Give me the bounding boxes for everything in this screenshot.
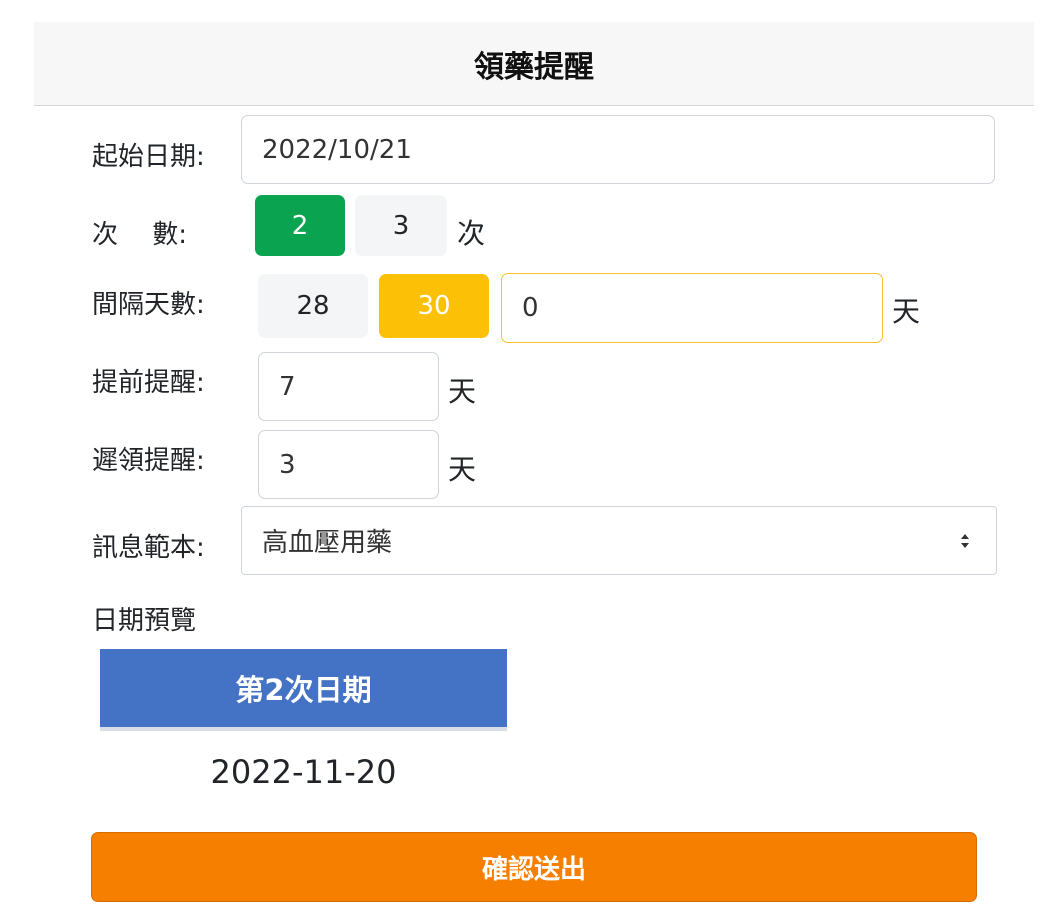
- preview-table-header: 第2次日期: [100, 649, 507, 731]
- page-title: 領藥提醒: [34, 22, 1034, 106]
- start-date-label: 起始日期:: [92, 142, 205, 172]
- advance-reminder-value: 7: [279, 371, 296, 402]
- start-date-input[interactable]: 2022/10/21: [241, 115, 995, 184]
- times-option-3[interactable]: 3: [355, 195, 447, 256]
- interval-label: 間隔天數:: [92, 290, 205, 320]
- template-selected-value: 高血壓用藥: [262, 528, 393, 558]
- preview-title: 日期預覽: [92, 606, 197, 636]
- interval-option-30[interactable]: 30: [379, 274, 489, 338]
- interval-unit: 天: [892, 295, 921, 328]
- interval-option-28[interactable]: 28: [258, 274, 368, 338]
- template-label: 訊息範本:: [92, 533, 205, 563]
- late-reminder-label: 遲領提醒:: [92, 446, 205, 476]
- late-reminder-unit: 天: [448, 453, 477, 486]
- times-label: 次 數:: [92, 220, 188, 250]
- interval-custom-value: 0: [522, 293, 539, 323]
- select-updown-icon: [961, 533, 969, 548]
- submit-button[interactable]: 確認送出: [91, 832, 977, 902]
- advance-reminder-unit: 天: [448, 375, 477, 408]
- interval-custom-input[interactable]: 0: [501, 273, 883, 343]
- times-unit: 次: [457, 217, 486, 250]
- template-select[interactable]: 高血壓用藥: [241, 506, 997, 575]
- medication-reminder-panel: 領藥提醒 起始日期: 2022/10/21 次 數: 2 3 次 間隔天數: 2…: [34, 22, 1034, 923]
- late-reminder-input[interactable]: 3: [258, 430, 439, 499]
- start-date-value: 2022/10/21: [262, 134, 412, 165]
- times-option-2[interactable]: 2: [255, 195, 345, 256]
- advance-reminder-input[interactable]: 7: [258, 352, 439, 421]
- preview-table-cell: 2022-11-20: [210, 753, 397, 791]
- late-reminder-value: 3: [279, 449, 296, 480]
- advance-reminder-label: 提前提醒:: [92, 368, 205, 398]
